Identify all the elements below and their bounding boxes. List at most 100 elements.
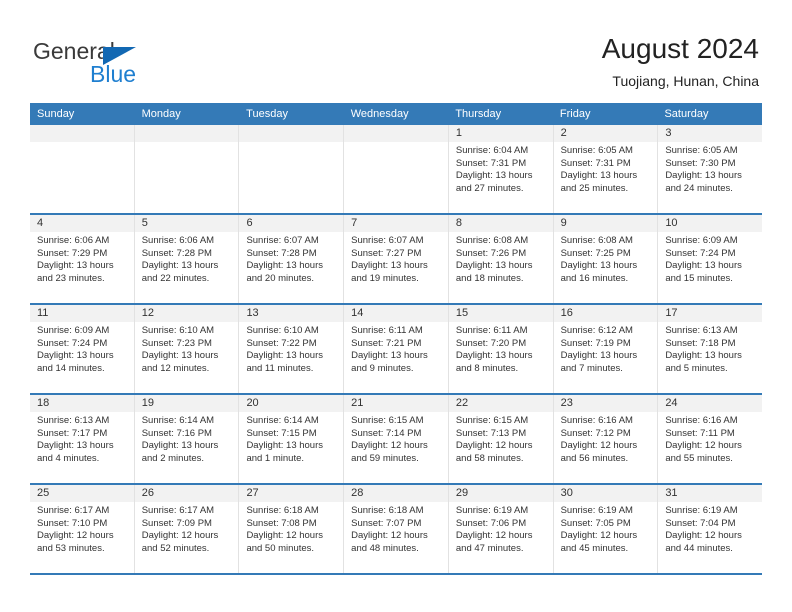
sunset-text: Sunset: 7:31 PM — [560, 157, 631, 169]
daylight-text-line1: Daylight: 12 hours — [455, 530, 533, 542]
day-cell[interactable]: 7 Sunrise: 6:07 AM Sunset: 7:27 PM Daylight… — [344, 215, 449, 303]
daylight-text-line1: Daylight: 12 hours — [560, 440, 638, 452]
sunrise-text: Sunrise: 6:16 AM — [560, 415, 633, 426]
day-details: Sunrise: 6:12 AM Sunset: 7:19 PM Daylight:… — [554, 322, 658, 375]
day-cell[interactable]: 20 Sunrise: 6:14 AM Sunset: 7:15 PM Dayligh… — [239, 395, 345, 483]
sunset-text: Sunset: 7:05 PM — [560, 517, 631, 529]
day-cell[interactable]: 18 Sunrise: 6:13 AM Sunset: 7:17 PM Dayligh… — [30, 395, 135, 483]
day-cell[interactable]: 17 Sunrise: 6:13 AM Sunset: 7:18 PM Dayligh… — [658, 305, 763, 393]
day-cell[interactable]: 26 Sunrise: 6:17 AM Sunset: 7:09 PM Dayligh… — [134, 485, 240, 573]
sunrise-text: Sunrise: 6:06 AM — [37, 235, 110, 246]
sunset-text: Sunset: 7:21 PM — [351, 337, 422, 349]
daylight-text-line2: and 58 minutes. — [455, 452, 524, 464]
day-details: Sunrise: 6:07 AM Sunset: 7:27 PM Daylight:… — [344, 232, 448, 285]
day-cell[interactable]: 23 Sunrise: 6:16 AM Sunset: 7:12 PM Dayligh… — [553, 395, 659, 483]
day-cell[interactable]: 13 Sunrise: 6:10 AM Sunset: 7:22 PM Dayligh… — [239, 305, 345, 393]
day-number: 1 — [448, 125, 553, 142]
daylight-text-line1: Daylight: 13 hours — [455, 170, 533, 182]
day-number: 13 — [239, 305, 344, 322]
sunrise-text: Sunrise: 6:11 AM — [455, 325, 528, 336]
day-cell[interactable]: 4 Sunrise: 6:06 AM Sunset: 7:29 PM Daylight… — [30, 215, 135, 303]
day-cell[interactable]: 5 Sunrise: 6:06 AM Sunset: 7:28 PM Daylight… — [134, 215, 240, 303]
daylight-text-line2: and 44 minutes. — [665, 542, 733, 554]
day-cell[interactable]: 3 Sunrise: 6:05 AM Sunset: 7:30 PM Daylight… — [658, 125, 763, 213]
day-number — [30, 125, 134, 142]
day-cell[interactable]: 8 Sunrise: 6:08 AM Sunset: 7:26 PM Daylight… — [448, 215, 554, 303]
daylight-text-line2: and 14 minutes. — [37, 362, 105, 374]
daylight-text-line2: and 19 minutes. — [351, 272, 419, 284]
weekday-header-row: Sunday Monday Tuesday Wednesday Thursday… — [30, 103, 762, 125]
day-cell[interactable]: 16 Sunrise: 6:12 AM Sunset: 7:19 PM Dayligh… — [553, 305, 659, 393]
day-details: Sunrise: 6:06 AM Sunset: 7:28 PM Daylight:… — [135, 232, 239, 285]
day-cell[interactable]: 12 Sunrise: 6:10 AM Sunset: 7:23 PM Dayligh… — [134, 305, 240, 393]
day-cell[interactable]: 29 Sunrise: 6:19 AM Sunset: 7:06 PM Dayligh… — [448, 485, 554, 573]
day-cell[interactable]: 22 Sunrise: 6:15 AM Sunset: 7:13 PM Dayligh… — [448, 395, 554, 483]
daylight-text-line2: and 1 minute. — [246, 452, 305, 464]
daylight-text-line2: and 4 minutes. — [37, 452, 100, 464]
sunset-text: Sunset: 7:18 PM — [665, 337, 736, 349]
daylight-text-line1: Daylight: 13 hours — [665, 170, 742, 182]
daylight-text-line1: Daylight: 13 hours — [37, 350, 114, 362]
day-number: 5 — [134, 215, 239, 232]
day-number: 8 — [448, 215, 553, 232]
daylight-text-line1: Daylight: 12 hours — [351, 530, 428, 542]
daylight-text-line2: and 50 minutes. — [246, 542, 315, 554]
day-cell[interactable]: 28 Sunrise: 6:18 AM Sunset: 7:07 PM Dayligh… — [344, 485, 449, 573]
day-cell-empty — [30, 125, 135, 213]
sunrise-text: Sunrise: 6:19 AM — [665, 505, 738, 516]
daylight-text-line1: Daylight: 13 hours — [246, 260, 324, 272]
daylight-text-line2: and 18 minutes. — [455, 272, 524, 284]
day-cell[interactable]: 15 Sunrise: 6:11 AM Sunset: 7:20 PM Dayligh… — [448, 305, 554, 393]
page-subtitle: Tuojiang, Hunan, China — [612, 73, 759, 89]
day-cell[interactable]: 10 Sunrise: 6:09 AM Sunset: 7:24 PM Dayligh… — [658, 215, 763, 303]
sunrise-text: Sunrise: 6:17 AM — [141, 505, 215, 516]
sunset-text: Sunset: 7:29 PM — [37, 247, 108, 259]
day-details: Sunrise: 6:18 AM Sunset: 7:07 PM Daylight:… — [344, 502, 448, 555]
day-cell[interactable]: 14 Sunrise: 6:11 AM Sunset: 7:21 PM Dayligh… — [344, 305, 449, 393]
day-cell[interactable]: 1 Sunrise: 6:04 AM Sunset: 7:31 PM Daylight… — [448, 125, 554, 213]
sunrise-text: Sunrise: 6:13 AM — [665, 325, 738, 336]
sunrise-text: Sunrise: 6:08 AM — [455, 235, 529, 246]
daylight-text-line1: Daylight: 12 hours — [560, 530, 638, 542]
day-cell[interactable]: 25 Sunrise: 6:17 AM Sunset: 7:10 PM Dayligh… — [30, 485, 135, 573]
day-cell[interactable]: 27 Sunrise: 6:18 AM Sunset: 7:08 PM Dayligh… — [239, 485, 345, 573]
daylight-text-line1: Daylight: 13 hours — [665, 260, 742, 272]
logo-text-blue: Blue — [90, 61, 137, 87]
calendar-page: General Blue August 2024 Tuojiang, Hunan… — [0, 0, 792, 612]
daylight-text-line1: Daylight: 13 hours — [560, 350, 638, 362]
sunrise-text: Sunrise: 6:14 AM — [141, 415, 215, 426]
day-cell[interactable]: 31 Sunrise: 6:19 AM Sunset: 7:04 PM Dayligh… — [658, 485, 763, 573]
sunset-text: Sunset: 7:27 PM — [351, 247, 422, 259]
day-cell[interactable]: 30 Sunrise: 6:19 AM Sunset: 7:05 PM Dayligh… — [553, 485, 659, 573]
week-row: 11 Sunrise: 6:09 AM Sunset: 7:24 PM Dayligh… — [30, 305, 763, 395]
day-cell[interactable]: 19 Sunrise: 6:14 AM Sunset: 7:16 PM Dayligh… — [134, 395, 240, 483]
sunset-text: Sunset: 7:16 PM — [141, 427, 212, 439]
general-blue-logo[interactable]: General Blue — [33, 38, 233, 87]
day-details: Sunrise: 6:05 AM Sunset: 7:30 PM Daylight:… — [658, 142, 762, 195]
day-cell[interactable]: 21 Sunrise: 6:15 AM Sunset: 7:14 PM Dayligh… — [344, 395, 449, 483]
day-number: 11 — [30, 305, 134, 322]
sunrise-text: Sunrise: 6:16 AM — [665, 415, 738, 426]
day-details: Sunrise: 6:15 AM Sunset: 7:14 PM Daylight:… — [344, 412, 448, 465]
sunset-text: Sunset: 7:08 PM — [246, 517, 317, 529]
page-title: August 2024 — [601, 33, 759, 64]
day-cell[interactable]: 24 Sunrise: 6:16 AM Sunset: 7:11 PM Dayligh… — [658, 395, 763, 483]
day-number: 26 — [134, 485, 239, 502]
day-details: Sunrise: 6:10 AM Sunset: 7:22 PM Daylight:… — [239, 322, 343, 375]
day-cell[interactable]: 9 Sunrise: 6:08 AM Sunset: 7:25 PM Daylight… — [553, 215, 659, 303]
weekday-sunday: Sunday — [37, 108, 75, 120]
sunset-text: Sunset: 7:25 PM — [560, 247, 631, 259]
sunrise-text: Sunrise: 6:14 AM — [246, 415, 319, 426]
sunset-text: Sunset: 7:13 PM — [455, 427, 527, 439]
daylight-text-line2: and 25 minutes. — [560, 182, 629, 194]
day-cell[interactable]: 2 Sunrise: 6:05 AM Sunset: 7:31 PM Daylight… — [553, 125, 659, 213]
day-cell[interactable]: 6 Sunrise: 6:07 AM Sunset: 7:28 PM Daylight… — [239, 215, 345, 303]
sunrise-text: Sunrise: 6:05 AM — [560, 145, 633, 156]
day-details: Sunrise: 6:11 AM Sunset: 7:20 PM Daylight:… — [449, 322, 553, 375]
day-cell[interactable]: 11 Sunrise: 6:09 AM Sunset: 7:24 PM Dayligh… — [30, 305, 135, 393]
weekday-wednesday: Wednesday — [350, 108, 409, 120]
day-details: Sunrise: 6:19 AM Sunset: 7:04 PM Daylight:… — [658, 502, 762, 555]
day-details: Sunrise: 6:09 AM Sunset: 7:24 PM Daylight:… — [658, 232, 762, 285]
daylight-text-line1: Daylight: 13 hours — [455, 260, 533, 272]
sunrise-text: Sunrise: 6:08 AM — [560, 235, 633, 246]
